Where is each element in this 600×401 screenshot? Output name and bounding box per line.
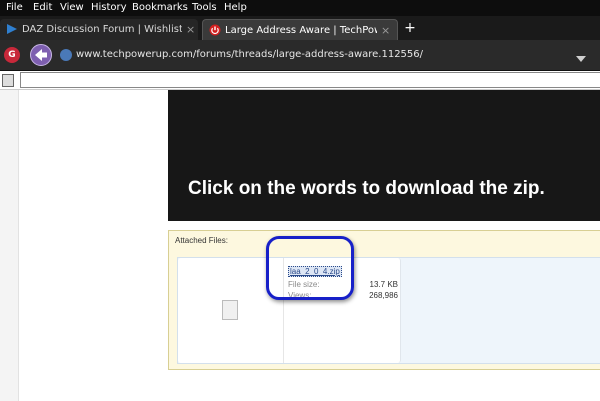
menu-help[interactable]: Help [224,0,247,16]
menu-file[interactable]: File [6,0,23,16]
annotation-highlight-circle [266,236,354,300]
bookmarks-toolbar [0,71,600,90]
new-tab-button[interactable]: + [402,19,418,40]
tab-daz-forum[interactable]: DAZ Discussion Forum | Wishlist... × [0,19,198,40]
menu-view[interactable]: View [60,0,84,16]
toolbar-input[interactable] [20,72,600,88]
globe-icon [60,49,72,61]
url-text[interactable]: www.techpowerup.com/forums/threads/large… [76,46,423,64]
banner-image: Click on the words to download the zip. [168,90,600,221]
banner-text: Click on the words to download the zip. [188,178,545,199]
tab-close-icon[interactable]: × [186,19,195,40]
menu-edit[interactable]: Edit [33,0,52,16]
menu-tools[interactable]: Tools [192,0,217,16]
tab-title: DAZ Discussion Forum | Wishlist... [22,24,182,35]
document-icon [222,300,238,320]
attachment-panel: laa_2_0_4.zip File size: 13.7 KB Views: … [177,257,600,364]
views-value: 268,986 [369,291,398,300]
addon-g-button[interactable]: G [4,47,20,63]
attached-files-box: Attached Files: laa_2_0_4.zip File size:… [168,230,600,370]
menu-bar: File Edit View History Bookmarks Tools H… [0,0,600,16]
tab-strip: DAZ Discussion Forum | Wishlist... × Lar… [0,16,600,40]
nav-bar: G www.techpowerup.com/forums/threads/lar… [0,40,600,71]
tab-favicon-techpowerup-icon [209,24,221,36]
url-bar[interactable]: www.techpowerup.com/forums/threads/large… [58,46,600,64]
back-button[interactable] [30,44,52,66]
tab-title: Large Address Aware | TechPowe... [225,25,377,36]
file-size-value: 13.7 KB [369,280,398,289]
bookmark-page-icon[interactable] [2,74,14,87]
tab-techpowerup[interactable]: Large Address Aware | TechPowe... × [202,19,398,40]
tab-close-icon[interactable]: × [381,20,390,41]
attached-files-heading: Attached Files: [175,236,228,245]
dropdown-arrow-icon[interactable] [574,49,588,68]
tab-favicon-daz-icon [7,24,17,34]
menu-history[interactable]: History [91,0,127,16]
menu-bookmarks[interactable]: Bookmarks [132,0,188,16]
back-arrow-icon [35,49,47,61]
left-gutter [0,90,19,401]
